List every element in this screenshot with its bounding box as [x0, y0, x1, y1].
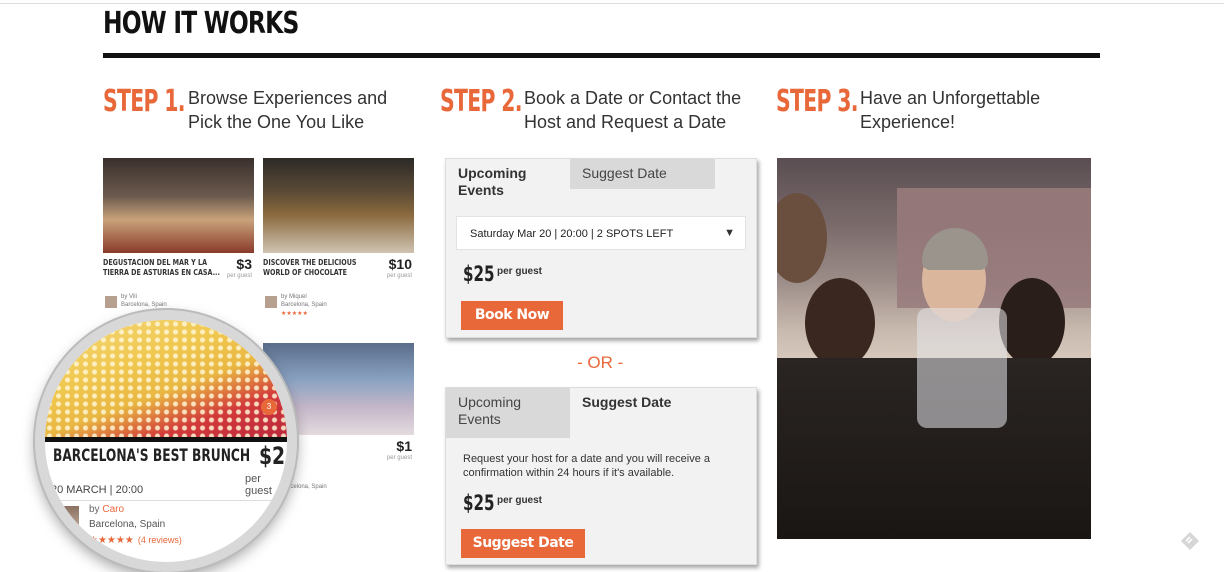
suggest-date-widget: Upcoming Events Suggest Date Request you…	[445, 387, 757, 565]
top-divider	[0, 3, 1224, 4]
step-2-text: Book a Date or Contact the Host and Requ…	[524, 88, 742, 132]
friends-toasting-photo	[777, 158, 1091, 539]
selected-event: Saturday Mar 20 | 20:00 | 2 SPOTS LEFT	[470, 228, 674, 240]
rating-stars: ★★★★★	[89, 535, 134, 546]
card-price: $3	[236, 256, 252, 272]
booking-per-guest: per guest	[497, 266, 543, 277]
card-per-guest: per guest	[386, 273, 412, 279]
card-rating-stars: ★★★★★	[281, 311, 308, 317]
card-price: $10	[388, 256, 412, 272]
tab-upcoming-events[interactable]: Upcoming Events	[446, 388, 570, 438]
card-host: by Miquel	[281, 294, 307, 300]
reviews-link[interactable]: (4 reviews)	[138, 535, 182, 545]
experience-card[interactable]: DISCOVER THE DELICIOUS WORLD OF CHOCOLAT…	[263, 158, 414, 328]
suggest-price: $25	[463, 491, 495, 515]
card-title: DEGUSTACION DEL MAR Y LA TIERRA DE ASTUR…	[103, 258, 220, 277]
or-divider: - OR -	[577, 353, 624, 372]
event-date-select[interactable]: Saturday Mar 20 | 20:00 | 2 SPOTS LEFT ▼	[456, 216, 746, 250]
card-separator	[45, 500, 287, 501]
magnified-experience-card[interactable]: 3 BARCELONA'S BEST BRUNCH $25 per guest …	[35, 310, 297, 572]
step-1-text: Browse Experiences and Pick the One You …	[188, 88, 388, 132]
featured-price: $25	[259, 442, 297, 470]
host-avatar	[51, 506, 79, 534]
request-message: Request your host for a date and you wil…	[463, 453, 711, 479]
suggest-per-guest: per guest	[497, 495, 543, 506]
suggest-tabs: Upcoming Events Suggest Date	[446, 388, 756, 438]
by-prefix: by	[89, 504, 103, 515]
tag-icon[interactable]	[1179, 530, 1201, 552]
featured-location: Barcelona, Spain	[89, 519, 166, 530]
booking-price: $25	[463, 262, 495, 286]
tab-upcoming-events[interactable]: Upcoming Events	[446, 159, 570, 203]
host-avatar	[265, 296, 277, 308]
host-avatar	[105, 296, 117, 308]
card-location: Barcelona, Spain	[281, 302, 327, 308]
featured-host: by Caro	[89, 504, 124, 515]
tab-suggest-date[interactable]: Suggest Date	[570, 159, 715, 189]
card-price: $1	[396, 438, 412, 454]
booking-tabs: Upcoming Events Suggest Date	[446, 159, 756, 203]
suggest-date-button[interactable]: Suggest Date	[461, 529, 585, 558]
step-2-number: STEP 2.	[440, 84, 522, 119]
card-location: Barcelona, Spain	[121, 302, 167, 308]
card-host: by Vili	[121, 294, 137, 300]
book-now-button[interactable]: Book Now	[461, 301, 563, 330]
brunch-image	[45, 320, 287, 442]
card-per-guest: per guest	[386, 455, 412, 461]
card-image	[263, 158, 414, 253]
experience-card[interactable]: DEGUSTACION DEL MAR Y LA TIERRA DE ASTUR…	[103, 158, 254, 328]
event-count-badge: 3	[261, 399, 277, 415]
host-link[interactable]: Caro	[102, 504, 124, 515]
booking-widget: Upcoming Events Suggest Date Saturday Ma…	[445, 158, 757, 338]
title-rule	[103, 53, 1100, 58]
chevron-down-icon: ▼	[724, 227, 735, 239]
featured-date: 20 MARCH | 20:00	[51, 484, 144, 496]
card-per-guest: per guest	[226, 273, 252, 279]
tab-suggest-date[interactable]: Suggest Date	[570, 388, 715, 418]
step-1-number: STEP 1.	[103, 84, 185, 119]
section-title: HOW IT WORKS	[103, 6, 299, 41]
featured-title: BARCELONA'S BEST BRUNCH	[53, 446, 251, 466]
card-image	[103, 158, 254, 253]
card-divider	[45, 437, 287, 442]
featured-rating: ★★★★★ (4 reviews)	[89, 535, 182, 546]
featured-per-guest: per guest	[245, 473, 272, 497]
card-title: DISCOVER THE DELICIOUS WORLD OF CHOCOLAT…	[263, 258, 357, 277]
step-3-text: Have an Unforgettable Experience!	[860, 88, 1041, 132]
step-3-number: STEP 3.	[776, 84, 858, 119]
